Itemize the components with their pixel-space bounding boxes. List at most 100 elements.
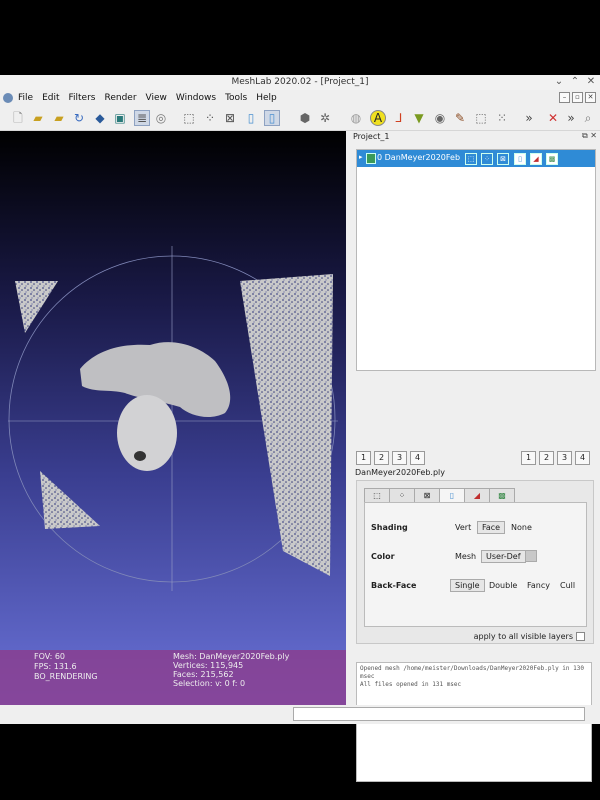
layers-icon[interactable]: ≣ [134,110,150,126]
layer-row[interactable]: ▸ 0 DanMeyer2020Feb ⬚ ⁘ ⊠ ▯ ◢ ▩ [357,150,595,167]
preset-left-1[interactable]: 1 [356,451,371,465]
preset-right-4[interactable]: 4 [575,451,590,465]
wireframe-icon[interactable]: ⊠ [223,111,237,125]
mdi-restore-button[interactable]: ▫ [572,92,583,103]
apply-all-row[interactable]: apply to all visible layers [474,632,585,641]
meshlab-window: MeshLab 2020.02 - [Project_1] ⌄ ⌃ ✕ File… [0,75,600,782]
tab-bbox[interactable]: ⬚ [364,488,390,503]
shading-label: Shading [371,523,408,532]
bbox-icon[interactable]: ⬚ [182,111,196,125]
tab-color[interactable]: ◢ [464,488,490,503]
new-icon[interactable]: 🗋 [11,111,25,125]
log-line: Opened mesh /home/meister/Downloads/DanM… [360,665,584,680]
close-window-button[interactable]: ✕ [586,76,596,87]
backface-fancy-option[interactable]: Fancy [527,581,550,590]
mesh-fragment-top-left [15,281,58,333]
render-mode-readout: BO_RENDERING [34,672,98,681]
layer-points-icon[interactable]: ⁘ [481,153,493,165]
apply-all-checkbox[interactable] [576,632,585,641]
trackball-icon[interactable]: ◍ [349,111,363,125]
preset-right-3[interactable]: 3 [557,451,572,465]
flat-icon[interactable]: ▯ [244,111,258,125]
import-icon[interactable]: ◆ [93,111,107,125]
search-icon[interactable]: ⌕ [581,111,595,125]
layer-wire-icon[interactable]: ⊠ [497,153,509,165]
menu-windows[interactable]: Windows [176,93,216,103]
texture-icon[interactable]: ⬢ [298,111,312,125]
layer-texture-icon[interactable]: ▩ [546,153,558,165]
snapshot-icon[interactable]: ▣ [113,111,127,125]
tab-solid[interactable]: ▯ [439,488,465,503]
menu-help[interactable]: Help [256,93,277,103]
solid-settings: Shading Vert Face None Color Mesh User-D… [364,502,587,627]
dock-close-button[interactable]: ⧉ ✕ [582,131,597,141]
menu-filters[interactable]: Filters [69,93,96,103]
layer-name: 0 DanMeyer2020Feb [377,153,461,162]
tab-texture[interactable]: ▩ [489,488,515,503]
open-icon[interactable]: ▰ [31,111,45,125]
annotation-icon[interactable]: A [370,110,386,126]
preset-right-1[interactable]: 1 [521,451,536,465]
paint-icon[interactable]: ✎ [453,111,467,125]
preset-left-3[interactable]: 3 [392,451,407,465]
color-label: Color [371,552,395,561]
close-icon[interactable]: ✕ [546,111,560,125]
layer-list: ▸ 0 DanMeyer2020Feb ⬚ ⁘ ⊠ ▯ ◢ ▩ [356,149,596,371]
color-userdef-option[interactable]: User-Def [481,550,526,563]
mdi-minimize-button[interactable]: – [559,92,570,103]
color-mesh-option[interactable]: Mesh [455,552,476,561]
minimize-button[interactable]: ⌄ [554,76,564,87]
smooth-icon[interactable]: ▯ [264,110,280,126]
viewport-info-bar: FOV: 60 FPS: 131.6 BO_RENDERING Mesh: Da… [0,650,346,705]
layer-bbox-icon[interactable]: ⬚ [465,153,477,165]
layer-view-icon[interactable]: ◎ [154,111,168,125]
expand-arrow-icon[interactable]: ▸ [359,153,363,161]
menu-edit[interactable]: Edit [42,93,59,103]
preset-right-2[interactable]: 2 [539,451,554,465]
measure-icon[interactable]: ⁙ [495,111,509,125]
paint-bucket-icon[interactable]: ▼ [412,111,426,125]
menu-tools[interactable]: Tools [225,93,247,103]
status-progress-field [293,707,585,721]
backface-single-option[interactable]: Single [450,579,485,592]
lighting-icon[interactable]: ✲ [318,111,332,125]
menu-bar: File Edit Filters Render View Windows To… [0,90,600,105]
shading-face-option[interactable]: Face [477,521,506,534]
mdi-close-button[interactable]: ✕ [585,92,596,103]
menu-view[interactable]: View [146,93,167,103]
meshlab-logo-icon [3,92,13,103]
status-bar [0,705,600,724]
window-title: MeshLab 2020.02 - [Project_1] [231,77,369,87]
3d-viewport[interactable]: FOV: 60 FPS: 131.6 BO_RENDERING Mesh: Da… [0,131,346,705]
menu-file[interactable]: File [18,93,33,103]
shading-none-option[interactable]: None [511,523,532,532]
fps-readout: FPS: 131.6 [34,662,77,671]
menu-render[interactable]: Render [104,93,136,103]
layer-color-icon[interactable]: ◢ [530,153,542,165]
tab-points[interactable]: ⁘ [389,488,415,503]
axes-icon[interactable]: ⅃ [392,111,406,125]
title-bar: MeshLab 2020.02 - [Project_1] ⌄ ⌃ ✕ [0,75,600,91]
preset-left-2[interactable]: 2 [374,451,389,465]
tab-wire[interactable]: ⊠ [414,488,440,503]
layer-solid-icon[interactable]: ▯ [514,153,526,165]
shading-vert-option[interactable]: Vert [455,523,471,532]
mesh-render[interactable] [0,131,346,705]
more-tools-icon[interactable]: » [522,111,536,125]
color-swatch[interactable] [525,550,537,562]
mesh-hole [134,451,146,461]
preset-left-4[interactable]: 4 [410,451,425,465]
selection-readout: Selection: v: 0 f: 0 [173,679,246,688]
select-icon[interactable]: ⬚ [474,111,488,125]
maximize-button[interactable]: ⌃ [570,76,580,87]
open-project-icon[interactable]: ▰ [52,111,66,125]
more-icon[interactable]: » [564,111,578,125]
log-line: All files opened in 131 msec [360,681,462,688]
backface-double-option[interactable]: Double [489,581,517,590]
faces-readout: Faces: 215,562 [173,670,234,679]
sphere-icon[interactable]: ◉ [433,111,447,125]
reload-icon[interactable]: ↻ [72,111,86,125]
visibility-eye-icon[interactable] [366,153,376,164]
backface-cull-option[interactable]: Cull [560,581,575,590]
points-icon[interactable]: ⁘ [203,111,217,125]
